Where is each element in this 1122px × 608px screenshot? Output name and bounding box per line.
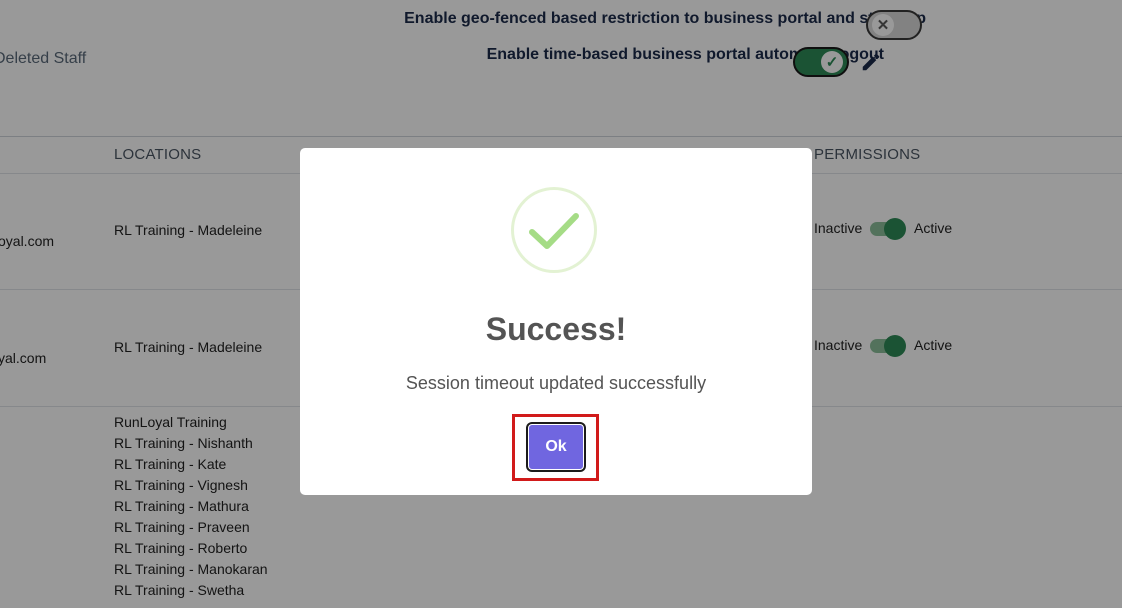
success-check-icon <box>511 187 597 273</box>
dialog-title: Success! <box>485 311 627 347</box>
ok-button[interactable]: Ok <box>528 424 584 470</box>
success-dialog: Success! Session timeout updated success… <box>300 148 812 495</box>
dialog-message: Session timeout updated successfully <box>405 373 707 393</box>
